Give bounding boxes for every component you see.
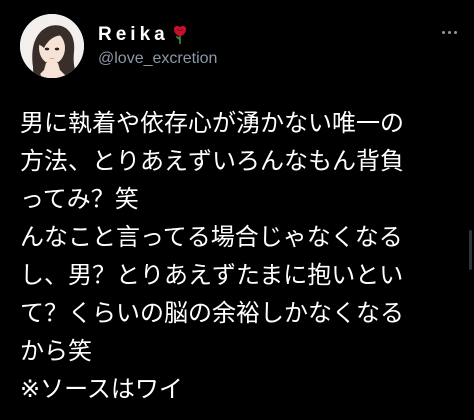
tweet-text-line: ってみ？笑: [20, 185, 139, 213]
scrollbar[interactable]: [469, 230, 472, 270]
tweet-text-line: し、男？とりあえずたまに抱いとい: [20, 261, 404, 289]
tweet-text-line: ※ソースはワイ: [20, 375, 183, 403]
more-options-icon: [453, 30, 457, 34]
more-options-button[interactable]: [434, 22, 464, 42]
avatar[interactable]: [20, 14, 84, 78]
tweet-text-line: んなこと言ってる場合じゃなくなる: [20, 223, 403, 251]
more-options-icon: [441, 30, 445, 34]
display-name[interactable]: Reika: [98, 24, 169, 46]
name-row: Reika: [98, 22, 189, 48]
tweet-text-line: て？くらいの脳の余裕しかなくなる: [20, 299, 404, 327]
tweet: Reika @love_excretion 男に執着や依存心が湧かない唯一の 方…: [0, 0, 474, 420]
user-handle[interactable]: @love_excretion: [98, 50, 217, 68]
tweet-text-line: から笑: [20, 337, 92, 365]
rose-icon: [171, 25, 189, 45]
tweet-text: 男に執着や依存心が湧かない唯一の 方法、とりあえずいろんなもん背負 ってみ？笑 …: [20, 104, 460, 408]
tweet-text-line: 方法、とりあえずいろんなもん背負: [20, 147, 404, 175]
more-options-icon: [447, 30, 451, 34]
tweet-text-line: 男に執着や依存心が湧かない唯一の: [20, 109, 404, 137]
avatar-illustration: [20, 14, 84, 78]
